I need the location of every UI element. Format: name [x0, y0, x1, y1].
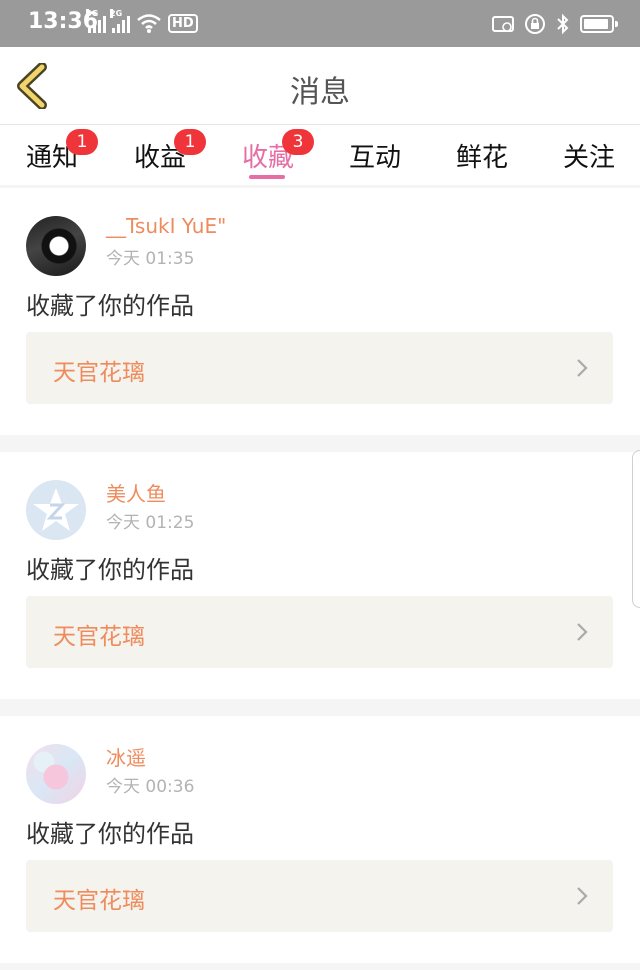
work-title: 天官花璃: [53, 360, 145, 386]
tab-flowers[interactable]: 鲜花: [456, 137, 508, 174]
message-action-text: 收藏了你的作品: [26, 556, 194, 584]
message-time: 今天 00:36: [106, 777, 195, 797]
tab-label: 互动: [349, 143, 402, 173]
work-link[interactable]: 天官花璃: [26, 860, 613, 932]
tab-interactions[interactable]: 互动: [349, 137, 401, 174]
status-right-icons: [492, 13, 618, 35]
message-time: 今天 01:25: [106, 513, 195, 533]
active-tab-indicator: [249, 175, 285, 179]
wifi-icon: [137, 14, 161, 33]
user-avatar[interactable]: [26, 744, 86, 804]
work-title: 天官花璃: [53, 624, 145, 650]
user-name[interactable]: __TsukI YuE": [106, 214, 226, 238]
message-time: 今天 01:35: [106, 249, 195, 269]
work-title: 天官花璃: [53, 888, 145, 914]
top-navigation-bar: 消息: [0, 47, 640, 125]
message-category-tabs: 通知 1 收益 1 收藏 3 互动 鲜花 关注: [0, 125, 640, 185]
battery-icon: [580, 15, 618, 33]
tab-earnings[interactable]: 收益 1: [134, 129, 207, 174]
message-action-text: 收藏了你的作品: [26, 292, 194, 320]
cast-icon: [492, 16, 514, 32]
work-link[interactable]: 天官花璃: [26, 332, 613, 404]
signal-4g-icon: 4G: [86, 9, 106, 33]
chevron-right-icon: [577, 359, 588, 377]
lock-rotation-icon: [525, 14, 545, 34]
unread-badge: 1: [174, 129, 207, 155]
hd-icon: HD: [168, 13, 198, 33]
signal-2g-icon: 2G: [110, 9, 130, 33]
tab-label: 关注: [563, 143, 616, 173]
side-drawer-handle[interactable]: [632, 450, 640, 608]
status-left-icons: 4G 2G HD: [86, 9, 198, 33]
tab-favorites[interactable]: 收藏 3: [242, 129, 315, 174]
user-name[interactable]: 美人鱼: [106, 478, 166, 507]
unread-badge: 3: [282, 129, 315, 155]
message-card: 美人鱼 今天 01:25 收藏了你的作品 天官花璃: [0, 452, 640, 699]
unread-badge: 1: [66, 129, 99, 155]
tab-label: 鲜花: [456, 143, 509, 173]
work-link[interactable]: 天官花璃: [26, 596, 613, 668]
chevron-right-icon: [577, 623, 588, 641]
default-avatar-star-icon: [33, 488, 79, 531]
message-card: __TsukI YuE" 今天 01:35 收藏了你的作品 天官花璃: [0, 188, 640, 435]
chevron-right-icon: [577, 887, 588, 905]
bluetooth-icon: [557, 13, 569, 35]
tab-notifications[interactable]: 通知 1: [26, 129, 99, 174]
message-action-text: 收藏了你的作品: [26, 820, 194, 848]
status-bar: 13:36 4G 2G HD: [0, 0, 640, 47]
tab-following[interactable]: 关注: [563, 137, 615, 174]
message-card: 冰遥 今天 00:36 收藏了你的作品 天官花璃: [0, 716, 640, 963]
user-name[interactable]: 冰遥: [106, 742, 146, 771]
user-avatar[interactable]: [26, 216, 86, 276]
page-title: 消息: [290, 75, 350, 110]
net-2g-label: 2G: [110, 9, 123, 18]
net-4g-label: 4G: [86, 9, 99, 18]
user-avatar[interactable]: [26, 480, 86, 540]
